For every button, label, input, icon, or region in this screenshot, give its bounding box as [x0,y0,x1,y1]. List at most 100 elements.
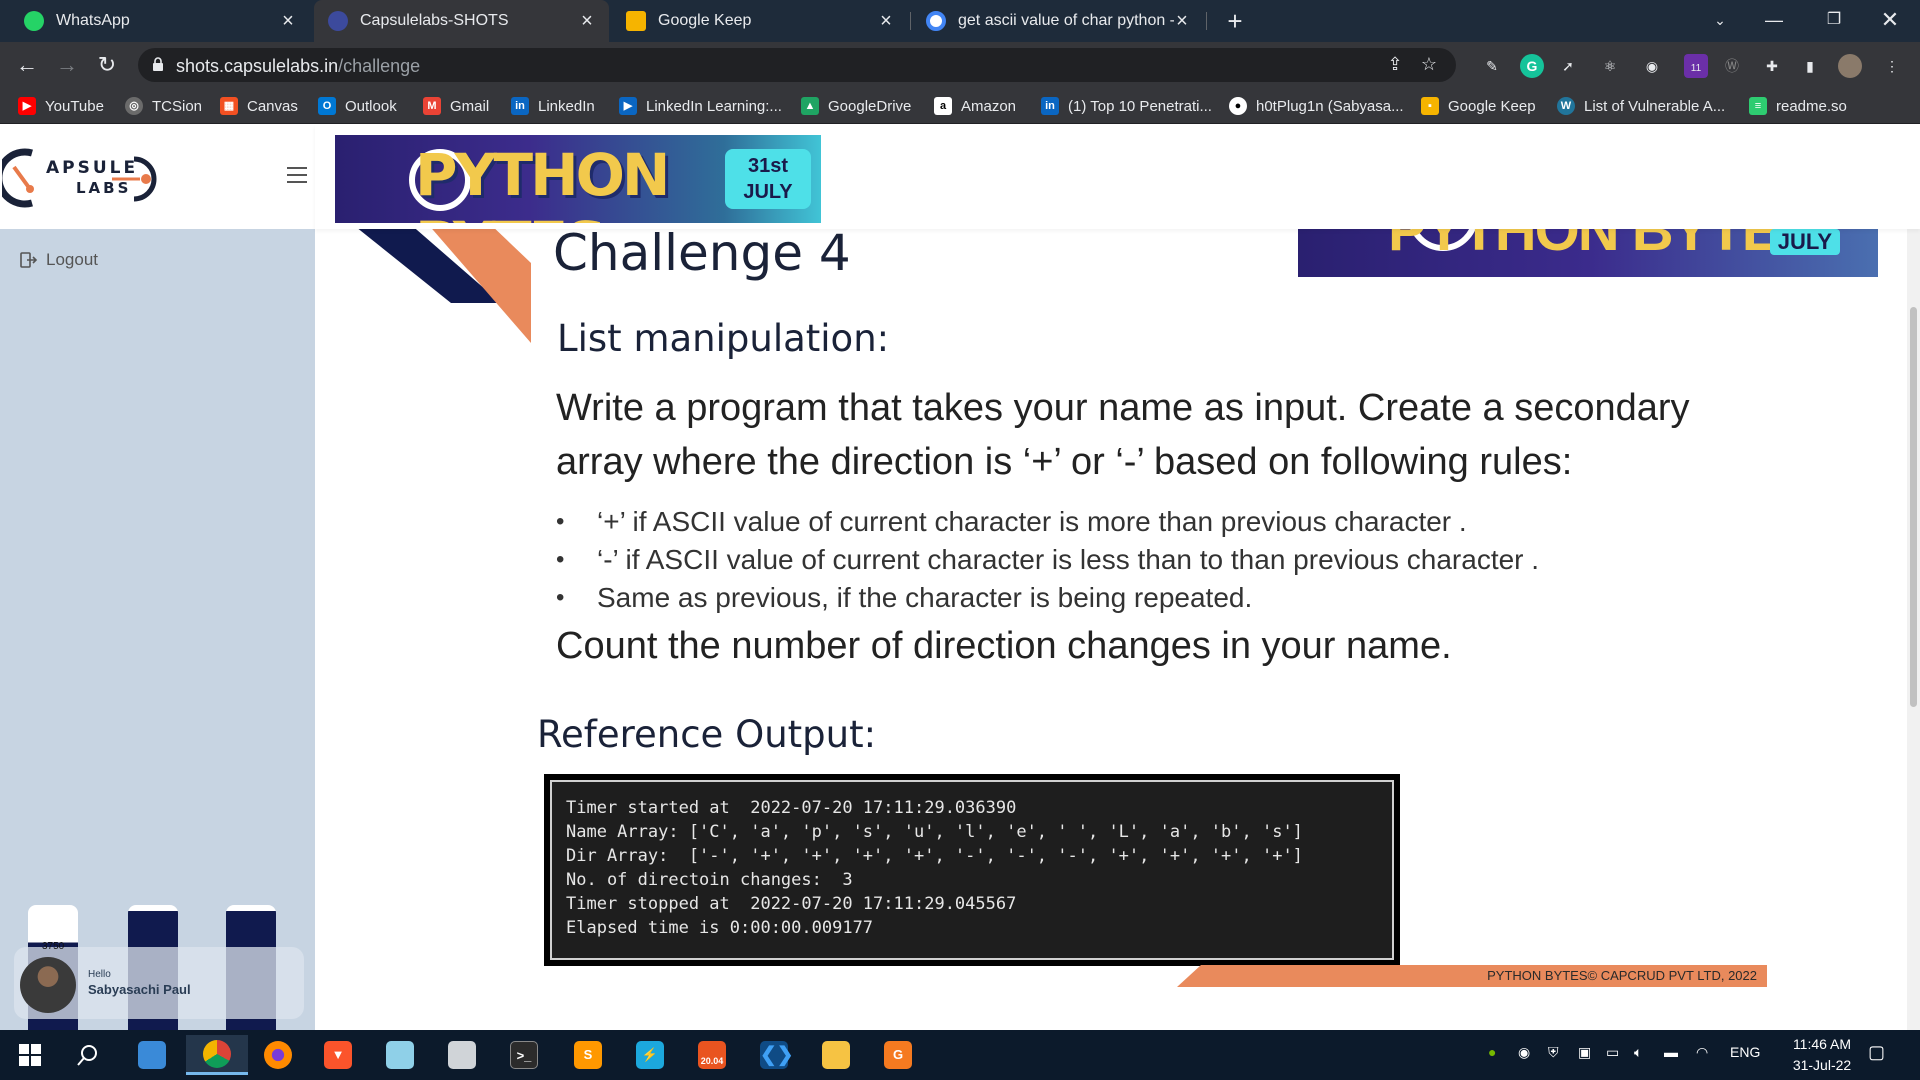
challenge-slide: PYTHON BYTES JULY Challenge 4 List manip… [315,221,1920,1030]
bookmark-star-icon[interactable]: ☆ [1418,54,1440,76]
reload-button[interactable]: ↻ [92,50,122,80]
scrollbar-thumb[interactable] [1910,307,1917,707]
header-strip: PYTHON BYTES 31st JULY [315,125,1920,229]
battery-icon[interactable]: ▬ [1664,1044,1678,1060]
bookmark-vulnerable[interactable]: W List of Vulnerable A... [1557,95,1725,117]
bookmark-google-keep[interactable]: ▪ Google Keep [1421,95,1536,117]
bookmark-canvas[interactable]: ▦ Canvas [220,95,298,117]
grammarly-icon[interactable]: G [1520,54,1544,78]
wordpress-extension-icon[interactable]: Ⓦ [1720,54,1744,78]
bookmark-label: (1) Top 10 Penetrati... [1068,97,1212,115]
share-icon[interactable]: ⇪ [1384,54,1406,76]
minimize-button[interactable]: — [1746,0,1802,42]
notifications-icon[interactable]: ▢ [1868,1042,1885,1063]
bookmark-label: h0tPlug1n (Sabyasa... [1256,97,1404,115]
close-window-button[interactable]: ✕ [1862,0,1918,42]
react-devtools-icon[interactable]: ⚛ [1598,54,1622,78]
rules-list: ‘+’ if ASCII value of current character … [556,503,1756,617]
rule-item: ‘+’ if ASCII value of current character … [556,503,1756,541]
tab-search-chevron-icon[interactable]: ⌄ [1692,0,1748,42]
taskbar-firefox[interactable] [254,1035,302,1075]
taskbar-task-view[interactable] [128,1035,176,1075]
taskbar-chrome[interactable] [186,1035,248,1075]
sidebar: APSULE LABS Logout 3750 Hello Sabyasachi… [0,125,315,1030]
bookmark-amazon[interactable]: a Amazon [934,95,1016,117]
bookmark-outlook[interactable]: O Outlook [318,95,397,117]
profile-avatar[interactable] [1838,54,1862,78]
forward-button[interactable]: → [52,50,82,80]
extensions-puzzle-icon[interactable]: ✚ [1760,54,1784,78]
cursor-extension-icon[interactable]: ➚ [1556,54,1580,78]
network-tray-icon[interactable]: ▭ [1606,1044,1619,1061]
notepad-icon [386,1041,414,1069]
banner-date-day: 31st [747,155,789,177]
side-panel-icon[interactable]: ▮ [1798,54,1822,78]
bookmark-youtube[interactable]: ▶ YouTube [18,95,104,117]
taskbar-pdf[interactable]: G [874,1035,922,1075]
chatgpt-extension-icon[interactable]: ◉ [1640,54,1664,78]
description-line: array where the direction is ‘+’ or ‘-’ … [556,441,1573,483]
close-tab-icon[interactable]: × [878,10,894,33]
challenge-title: Challenge 4 [553,224,851,282]
taskbar-terminal[interactable]: >_ [500,1035,548,1075]
bookmark-tcsion[interactable]: ◎ TCSion [125,95,202,117]
browser-toolbar: ← → ↻ shots.capsulelabs.in/challenge ⇪ ☆… [0,42,1920,88]
bookmark-gmail[interactable]: M Gmail [423,95,489,117]
page-scrollbar[interactable] [1907,187,1920,1030]
input-language[interactable]: ENG [1730,1044,1760,1060]
footer-copyright: PYTHON BYTES© CAPCRUD PVT LTD, 2022 [1487,968,1757,983]
google-drive-icon: ▲ [801,97,819,115]
canvas-icon: ▦ [220,97,238,115]
extension-badge-icon[interactable]: 11 [1684,54,1708,78]
close-tab-icon[interactable]: × [579,10,595,33]
steam-tray-icon[interactable]: ◉ [1518,1044,1530,1061]
taskbar-brave[interactable]: ▼ [314,1035,362,1075]
taskbar-vscode[interactable]: ❮❯ [750,1035,798,1075]
taskbar-azure-data[interactable]: ⚡ [626,1035,674,1075]
chrome-menu-icon[interactable]: ⋮ [1880,54,1904,78]
tab-google-keep[interactable]: Google Keep × [612,0,908,42]
restore-button[interactable]: ❐ [1806,0,1862,42]
tab-google-search[interactable]: get ascii value of char python - G × [912,0,1204,42]
tab-title: WhatsApp [56,12,130,29]
vscode-icon: ❮❯ [760,1041,794,1069]
search-button[interactable] [64,1035,112,1075]
volume-icon[interactable]: 🔈︎ [1634,1044,1642,1061]
gmail-icon: M [423,97,441,115]
taskbar-sublime[interactable]: S [564,1035,612,1075]
wifi-icon[interactable]: ◠ [1696,1044,1708,1061]
back-button[interactable]: ← [12,50,42,80]
tab-title: get ascii value of char python - G [958,12,1174,29]
taskbar-notepad[interactable] [376,1035,424,1075]
bookmark-linkedin-learning[interactable]: ▶ LinkedIn Learning:... [619,95,782,117]
taskbar-remote-desktop[interactable] [438,1035,486,1075]
tab-capsulelabs[interactable]: Capsulelabs-SHOTS × [314,0,609,42]
bookmark-penetration[interactable]: in (1) Top 10 Penetrati... [1041,95,1212,117]
windows-start-icon [19,1044,41,1066]
bookmark-github[interactable]: ● h0tPlug1n (Sabyasa... [1229,95,1404,117]
taskbar-ubuntu[interactable]: 20.04 [688,1035,736,1075]
bookmark-readme[interactable]: ≡ readme.so [1749,95,1847,117]
close-tab-icon[interactable]: × [1174,10,1190,33]
bookmark-label: YouTube [45,97,104,115]
devices-tray-icon[interactable]: ▣ [1578,1044,1591,1061]
bookmark-linkedin[interactable]: in LinkedIn [511,95,595,117]
new-tab-button[interactable]: + [1220,6,1250,36]
python-bytes-banner: PYTHON BYTES 31st JULY [335,135,821,223]
bookmark-label: List of Vulnerable A... [1584,97,1726,115]
nvidia-tray-icon[interactable]: ● [1488,1044,1496,1060]
logout-link[interactable]: Logout [20,250,98,270]
security-shield-icon[interactable]: ⛨ [1548,1044,1559,1061]
tab-whatsapp[interactable]: WhatsApp × [10,0,310,42]
close-tab-icon[interactable]: × [280,10,296,33]
url-host: shots.capsulelabs.in [176,56,339,76]
menu-hamburger-icon[interactable] [287,167,307,185]
taskbar-file-explorer[interactable] [812,1035,860,1075]
system-clock[interactable]: 11:46 AM 31-Jul-22 [1772,1034,1872,1076]
bookmark-google-drive[interactable]: ▲ GoogleDrive [801,95,911,117]
address-bar[interactable]: shots.capsulelabs.in/challenge ⇪ ☆ [138,48,1456,82]
pen-extension-icon[interactable]: ✎ [1480,54,1504,78]
brave-icon: ▼ [324,1041,352,1069]
search-icon [77,1045,97,1066]
start-button[interactable] [6,1035,54,1075]
